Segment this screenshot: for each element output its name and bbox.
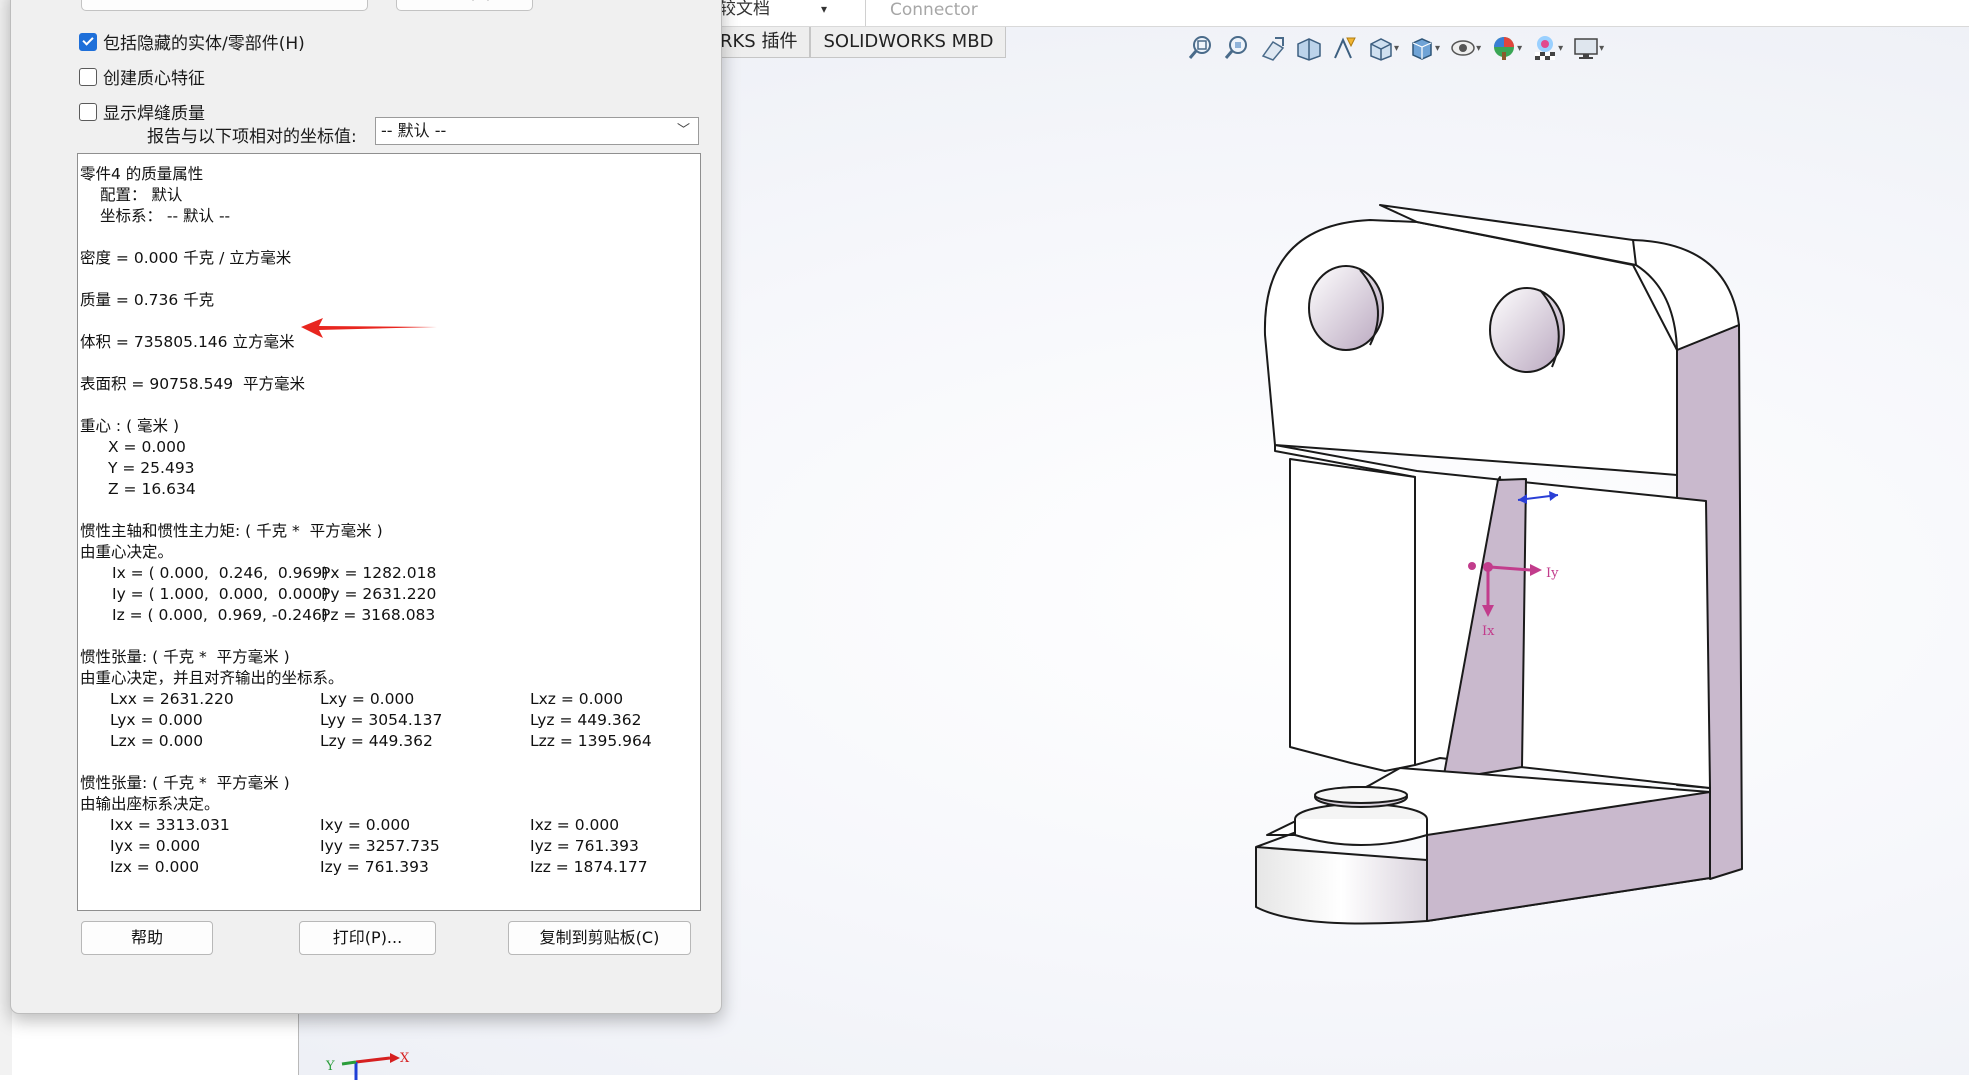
section-view-icon[interactable] xyxy=(1292,31,1326,65)
include-hidden-checkbox[interactable] xyxy=(79,32,97,51)
com-axis-label-ix: Ix xyxy=(1482,624,1495,639)
result-tensor2-sub: 由输出座标系决定。 xyxy=(80,795,220,813)
previous-view-icon[interactable] xyxy=(1256,31,1290,65)
result-com-z: Z = 16.634 xyxy=(108,480,196,498)
tensor-cell: Iyz = 761.393 xyxy=(530,837,639,855)
show-weld-mass-checkbox[interactable] xyxy=(79,102,97,121)
result-principal-sub: 由重心决定。 xyxy=(80,543,174,561)
tensor-cell: Lzx = 0.000 xyxy=(110,732,204,750)
result-tensor2-title: 惯性张量: ( 千克 * 平方毫米 ) xyxy=(80,774,290,792)
result-principal-axis: Iz = ( 0.000, 0.969, -0.246) xyxy=(112,606,328,624)
result-com-y: Y = 25.493 xyxy=(108,459,195,477)
view-orientation-icon[interactable] xyxy=(1364,31,1398,65)
mass-properties-results[interactable]: 零件4 的质量属性 配置： 默认 坐标系： -- 默认 -- 密度 = 0.00… xyxy=(77,153,701,911)
reference-triad: X Y xyxy=(325,1051,410,1080)
result-volume: 体积 = 735805.146 立方毫米 xyxy=(80,333,295,351)
result-com-x: X = 0.000 xyxy=(108,438,186,456)
edit-appearance-icon[interactable] xyxy=(1487,31,1521,65)
create-com-feature-option[interactable]: 创建质心特征 xyxy=(79,64,205,89)
tensor-cell: Izx = 0.000 xyxy=(110,858,200,876)
tensor-cell: Izy = 761.393 xyxy=(320,858,429,876)
view-settings-icon[interactable] xyxy=(1569,31,1603,65)
result-coord-system: 坐标系： -- 默认 -- xyxy=(100,207,231,225)
tab-compare-documents[interactable]: 较文档 xyxy=(719,0,770,19)
tensor-cell: Lzz = 1395.964 xyxy=(530,732,652,750)
triad-y-label: Y xyxy=(325,1059,335,1074)
print-button[interactable]: 打印(P)... xyxy=(299,921,436,955)
coord-system-label: 报告与以下项相对的坐标值: xyxy=(147,127,357,147)
result-config: 配置： 默认 xyxy=(100,186,183,204)
result-density: 密度 = 0.000 千克 / 立方毫米 xyxy=(80,249,292,267)
tensor-cell: Lzy = 449.362 xyxy=(320,732,433,750)
mass-properties-dialog: 覆盖质量属性... 重算(R) 包括隐藏的实体/零部件(H) 创建质心特征 显示… xyxy=(10,0,722,1014)
tensor-cell: Lyx = 0.000 xyxy=(110,711,203,729)
tensor-cell: Lxx = 2631.220 xyxy=(110,690,234,708)
chevron-down-icon[interactable]: ▾ xyxy=(821,2,827,16)
result-tensor1-title: 惯性张量: ( 千克 * 平方毫米 ) xyxy=(80,648,290,666)
triad-x-label: X xyxy=(400,1051,410,1066)
hide-show-icon[interactable] xyxy=(1446,31,1480,65)
copy-to-clipboard-button[interactable]: 复制到剪贴板(C) xyxy=(508,921,691,955)
result-mass: 质量 = 0.736 千克 xyxy=(80,291,215,309)
override-mass-button[interactable]: 覆盖质量属性... xyxy=(81,0,368,11)
apply-scene-icon[interactable] xyxy=(1528,31,1562,65)
tensor-cell: Lxz = 0.000 xyxy=(530,690,624,708)
create-com-feature-label: 创建质心特征 xyxy=(103,69,205,89)
result-principal-moment: Py = 2631.220 xyxy=(321,585,437,603)
tensor-cell: Iyx = 0.000 xyxy=(110,837,201,855)
recalculate-button[interactable]: 重算(R) xyxy=(396,0,533,11)
include-hidden-label: 包括隐藏的实体/零部件(H) xyxy=(103,34,305,54)
show-weld-mass-option[interactable]: 显示焊缝质量 xyxy=(79,99,205,124)
tensor-cell: Ixy = 0.000 xyxy=(320,816,411,834)
include-hidden-option[interactable]: 包括隐藏的实体/零部件(H) xyxy=(79,29,305,54)
create-com-feature-checkbox[interactable] xyxy=(79,67,97,86)
show-weld-mass-label: 显示焊缝质量 xyxy=(103,104,205,124)
result-principal-moment: Px = 1282.018 xyxy=(321,564,437,582)
help-button[interactable]: 帮助 xyxy=(81,921,213,955)
coord-system-value: -- 默认 -- xyxy=(381,121,447,140)
dynamic-annotation-icon[interactable] xyxy=(1328,31,1362,65)
tab-solidworks-addins[interactable]: RKS 插件 xyxy=(715,27,811,58)
com-axis-label-iy: Iy xyxy=(1546,566,1559,581)
result-principal-axis: Ix = ( 0.000, 0.246, 0.969) xyxy=(112,564,329,582)
tensor-cell: Izz = 1874.177 xyxy=(530,858,648,876)
result-tensor1-sub: 由重心决定，并且对齐输出的坐标系。 xyxy=(80,669,344,687)
result-principal-title: 惯性主轴和惯性主力矩: ( 千克 * 平方毫米 ) xyxy=(80,522,383,540)
part-3d-model[interactable]: Iy Ix xyxy=(1240,195,1760,935)
separator xyxy=(865,0,866,26)
tensor-cell: Ixz = 0.000 xyxy=(530,816,620,834)
tensor-cell: Lyz = 449.362 xyxy=(530,711,642,729)
result-principal-axis: Iy = ( 1.000, 0.000, 0.000) xyxy=(112,585,329,603)
feature-manager-panel[interactable] xyxy=(12,1010,299,1075)
chevron-down-icon[interactable]: ﹀ xyxy=(677,118,690,144)
tensor-cell: Iyy = 3257.735 xyxy=(320,837,440,855)
zoom-to-fit-icon[interactable] xyxy=(1184,31,1218,65)
result-com-title: 重心 : ( 毫米 ) xyxy=(80,417,180,435)
zoom-area-icon[interactable] xyxy=(1220,31,1254,65)
red-arrow-annotation xyxy=(301,318,437,338)
command-manager-tabs: RKS 插件 SOLIDWORKS MBD xyxy=(715,27,1007,59)
result-surface-area: 表面积 = 90758.549 平方毫米 xyxy=(80,375,306,393)
display-style-icon[interactable] xyxy=(1405,31,1439,65)
result-header: 零件4 的质量属性 xyxy=(80,165,204,183)
command-manager-top: 较文档 ▾ Connector xyxy=(715,0,1969,27)
tensor-cell: Ixx = 3313.031 xyxy=(110,816,230,834)
tab-connector[interactable]: Connector xyxy=(890,0,978,20)
tensor-cell: Lyy = 3054.137 xyxy=(320,711,443,729)
tensor-cell: Lxy = 0.000 xyxy=(320,690,415,708)
heads-up-view-toolbar: ▾ ▾ ▾ ▾ ▾ ▾ xyxy=(1184,30,1608,66)
result-principal-moment: Pz = 3168.083 xyxy=(321,606,436,624)
tab-solidworks-mbd[interactable]: SOLIDWORKS MBD xyxy=(810,27,1007,58)
coord-system-select[interactable]: -- 默认 -- ﹀ xyxy=(375,117,699,145)
